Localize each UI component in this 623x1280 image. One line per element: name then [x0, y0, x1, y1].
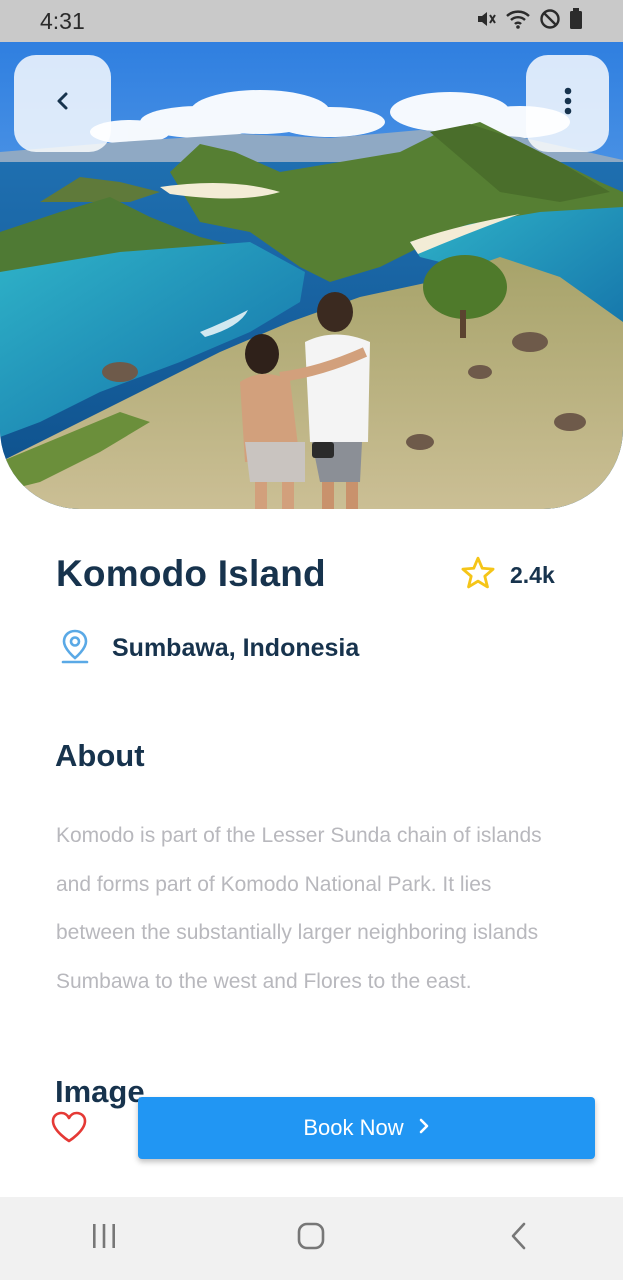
book-now-label: Book Now	[303, 1115, 404, 1140]
about-text: Komodo is part of the Lesser Sunda chain…	[56, 824, 542, 993]
location-text: Sumbawa, Indonesia	[112, 634, 360, 662]
status-time: 4:31	[40, 7, 85, 34]
wifi-icon	[505, 8, 531, 35]
system-nav-bar	[0, 1197, 623, 1280]
home-button[interactable]	[281, 1209, 341, 1269]
heart-icon	[50, 1111, 88, 1148]
place-title: Komodo Island	[56, 553, 326, 594]
status-bar: 4:31	[0, 0, 623, 42]
back-button[interactable]	[14, 55, 111, 152]
more-options-button[interactable]	[526, 55, 609, 152]
star-icon[interactable]	[460, 556, 496, 595]
chevron-right-icon	[418, 1115, 430, 1141]
favorite-button[interactable]	[50, 1110, 88, 1149]
rating: 2.4k	[460, 556, 555, 595]
rating-value: 2.4k	[510, 562, 555, 588]
status-icons	[475, 7, 583, 35]
image-heading: Image	[55, 1074, 145, 1109]
book-now-button[interactable]: Book Now	[138, 1097, 595, 1159]
recent-apps-icon	[90, 1223, 118, 1254]
nav-back-button[interactable]	[489, 1209, 549, 1269]
more-vert-icon	[563, 86, 573, 121]
mute-icon	[475, 8, 497, 35]
about-heading: About	[55, 738, 145, 773]
recent-apps-button[interactable]	[74, 1209, 134, 1269]
home-icon	[296, 1221, 326, 1256]
back-icon	[54, 90, 72, 117]
location-pin-icon	[60, 628, 90, 669]
dnd-icon	[539, 8, 561, 35]
location: Sumbawa, Indonesia	[60, 628, 359, 669]
battery-icon	[569, 7, 583, 35]
nav-back-icon	[509, 1221, 529, 1256]
